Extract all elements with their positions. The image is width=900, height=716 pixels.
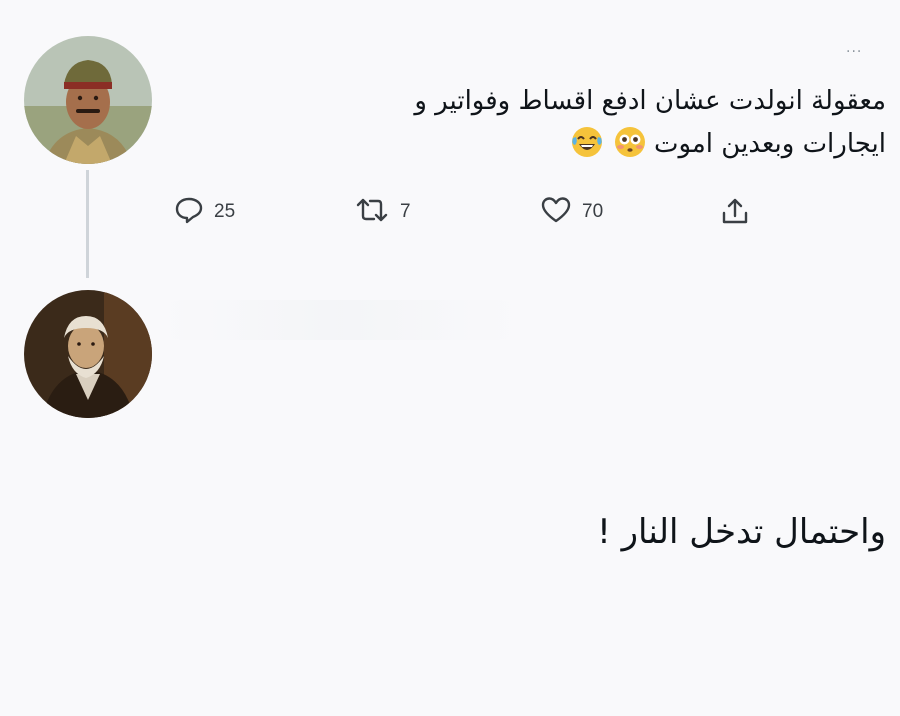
tweet-text-line-1: معقولة انولدت عشان ادفع اقساط وفواتير و: [414, 86, 886, 116]
tweet-text-line-2-container: ايجارات وبعدين اموت: [246, 123, 886, 172]
tears-of-joy-face-icon: [571, 126, 603, 172]
background-smudge: [160, 300, 520, 340]
more-options-icon[interactable]: ...: [846, 40, 862, 56]
share-icon: [720, 196, 750, 230]
like-count: 70: [582, 201, 604, 222]
avatar-author[interactable]: [24, 36, 152, 164]
reply-text: واحتمال تدخل النار !: [597, 512, 886, 552]
reply-count: 25: [214, 201, 236, 222]
avatar-replier[interactable]: [24, 290, 152, 418]
like-button[interactable]: 70: [540, 196, 603, 228]
retweet-icon: [354, 196, 390, 228]
tweet-text: معقولة انولدت عشان ادفع اقساط وفواتير و …: [246, 80, 886, 172]
reply-button[interactable]: 25: [174, 196, 235, 228]
heart-icon: [540, 196, 572, 228]
tweet-action-bar: 25 7 70: [0, 196, 900, 232]
flushed-face-icon: [614, 126, 646, 172]
retweet-count: 7: [400, 201, 411, 222]
tweet-text-line-2: ايجارات وبعدين اموت: [653, 129, 886, 159]
reply-icon: [174, 196, 204, 228]
retweet-button[interactable]: 7: [354, 196, 411, 228]
share-button[interactable]: [720, 196, 750, 230]
